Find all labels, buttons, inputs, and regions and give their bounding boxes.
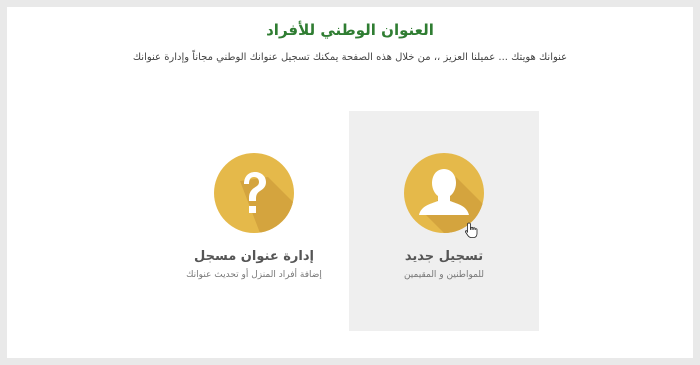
question-mark-icon [214,153,294,233]
register-card-title: تسجيل جديد [404,249,484,264]
main-panel: العنوان الوطني للأفراد عنوانك هويتك ... … [7,7,693,358]
manage-card-title: إدارة عنوان مسجل [194,249,314,264]
page-title: العنوان الوطني للأفراد [266,21,434,39]
hand-cursor-icon [464,222,479,238]
manage-card-subtitle: إضافة أفراد المنزل أو تحديث عنوانك [186,270,322,280]
register-new-card[interactable]: تسجيل جديد للمواطنين و المقيمين [349,111,539,331]
register-card-subtitle: للمواطنين و المقيمين [403,270,485,280]
manage-address-card[interactable]: إدارة عنوان مسجل إضافة أفراد المنزل أو ت… [159,111,349,331]
user-silhouette-icon [404,153,484,233]
intro-text: عنوانك هويتك ... عميلنا العزيز ،، من خلا… [132,52,568,63]
